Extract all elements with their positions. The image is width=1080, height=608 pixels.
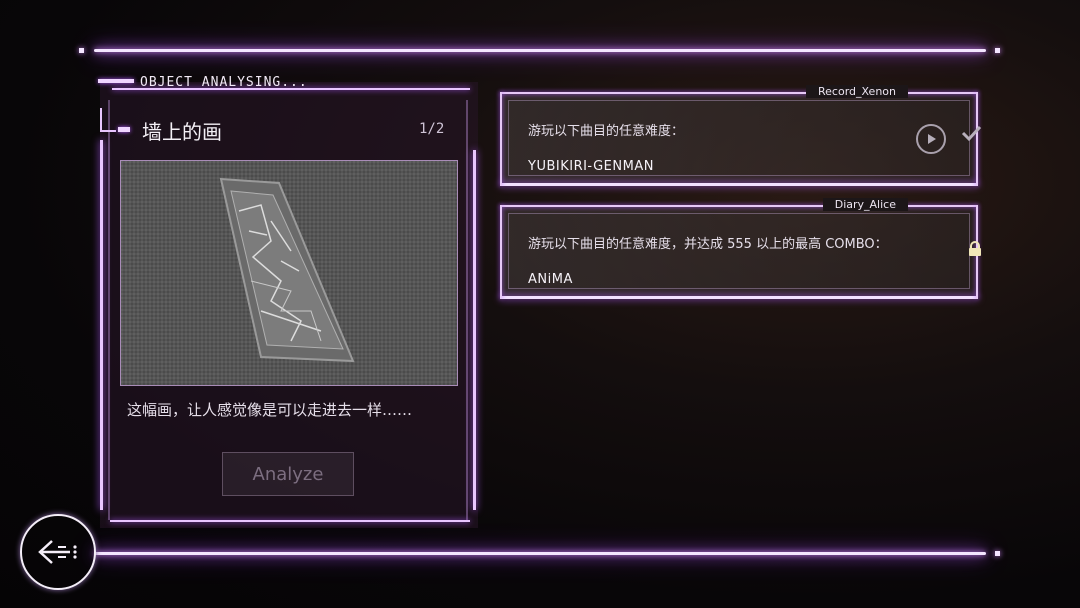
quest-card[interactable]: Diary_Alice 游玩以下曲目的任意难度，并达成 555 以上的最高 CO… <box>500 198 981 299</box>
painting-illustration <box>121 161 457 385</box>
quest-description: 游玩以下曲目的任意难度： <box>528 124 685 139</box>
card-border <box>500 296 978 299</box>
object-title: 墙上的画 <box>142 120 222 144</box>
quest-tag: Record_Xenon <box>806 85 908 98</box>
header-decoration <box>98 79 134 83</box>
frame-dot <box>995 551 1000 556</box>
back-button[interactable] <box>20 514 96 590</box>
quest-song: YUBIKIRI-GENMAN <box>528 159 654 174</box>
card-border <box>500 92 502 186</box>
object-description: 这幅画，让人感觉像是可以走进去一样…… <box>127 401 413 419</box>
panel-border <box>466 100 468 520</box>
quest-tag: Diary_Alice <box>822 198 908 211</box>
card-border <box>500 205 502 299</box>
top-frame-line <box>94 49 986 52</box>
panel-border <box>100 140 103 510</box>
panel-border <box>110 520 470 522</box>
panel-header: OBJECT ANALYSING... <box>140 75 308 90</box>
panel-border <box>473 150 476 510</box>
card-border <box>500 183 978 186</box>
frame-dot <box>995 48 1000 53</box>
panel-border <box>108 100 110 520</box>
bottom-frame-line <box>94 552 986 555</box>
analyze-button[interactable]: Analyze <box>222 452 354 496</box>
quest-card[interactable]: Record_Xenon 游玩以下曲目的任意难度： YUBIKIRI-GENMA… <box>500 85 982 186</box>
quest-song: ANiMA <box>528 272 573 287</box>
title-mark <box>118 127 130 132</box>
quest-description: 游玩以下曲目的任意难度，并达成 555 以上的最高 COMBO： <box>528 237 888 252</box>
play-icon[interactable] <box>916 124 946 154</box>
object-image <box>120 160 458 386</box>
page-indicator: 1/2 <box>419 121 445 137</box>
check-icon <box>960 122 982 149</box>
title-bracket <box>100 108 116 132</box>
lock-icon <box>968 241 982 261</box>
frame-dot <box>79 48 84 53</box>
back-arrow-icon <box>38 540 77 564</box>
